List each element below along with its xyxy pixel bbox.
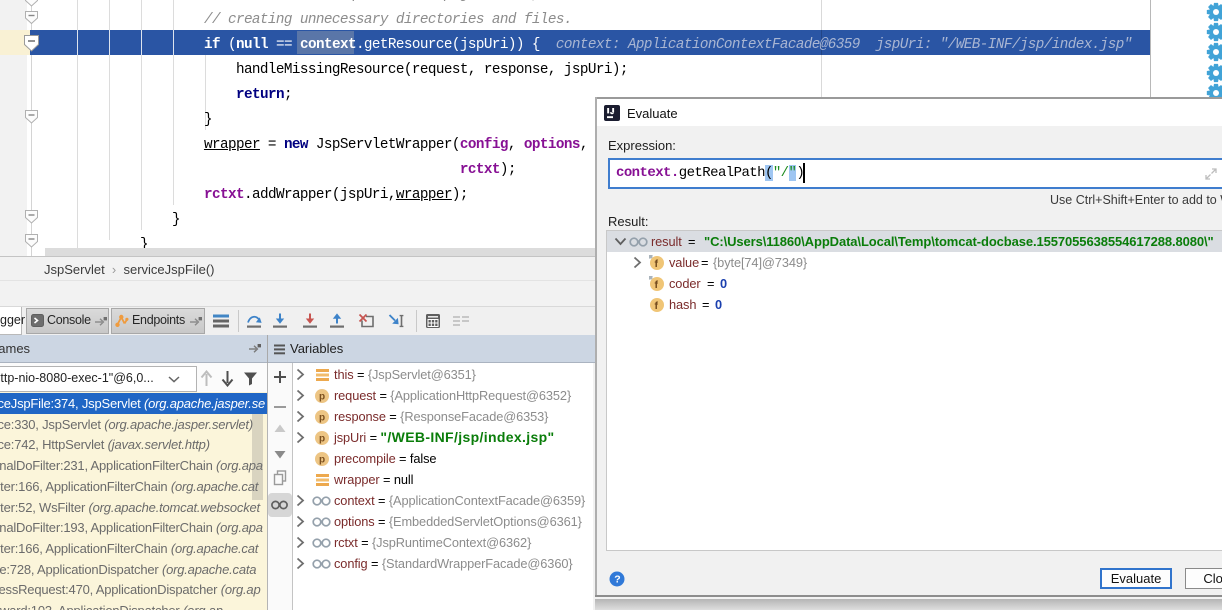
svg-text:f: f <box>655 279 659 291</box>
svg-text:?: ? <box>614 574 620 586</box>
svg-text:f: f <box>655 258 659 270</box>
svg-text:f: f <box>655 300 659 312</box>
svg-text:p: p <box>319 413 325 424</box>
svg-text:p: p <box>319 392 325 403</box>
svg-text:p: p <box>319 455 325 466</box>
svg-text:p: p <box>319 434 325 445</box>
